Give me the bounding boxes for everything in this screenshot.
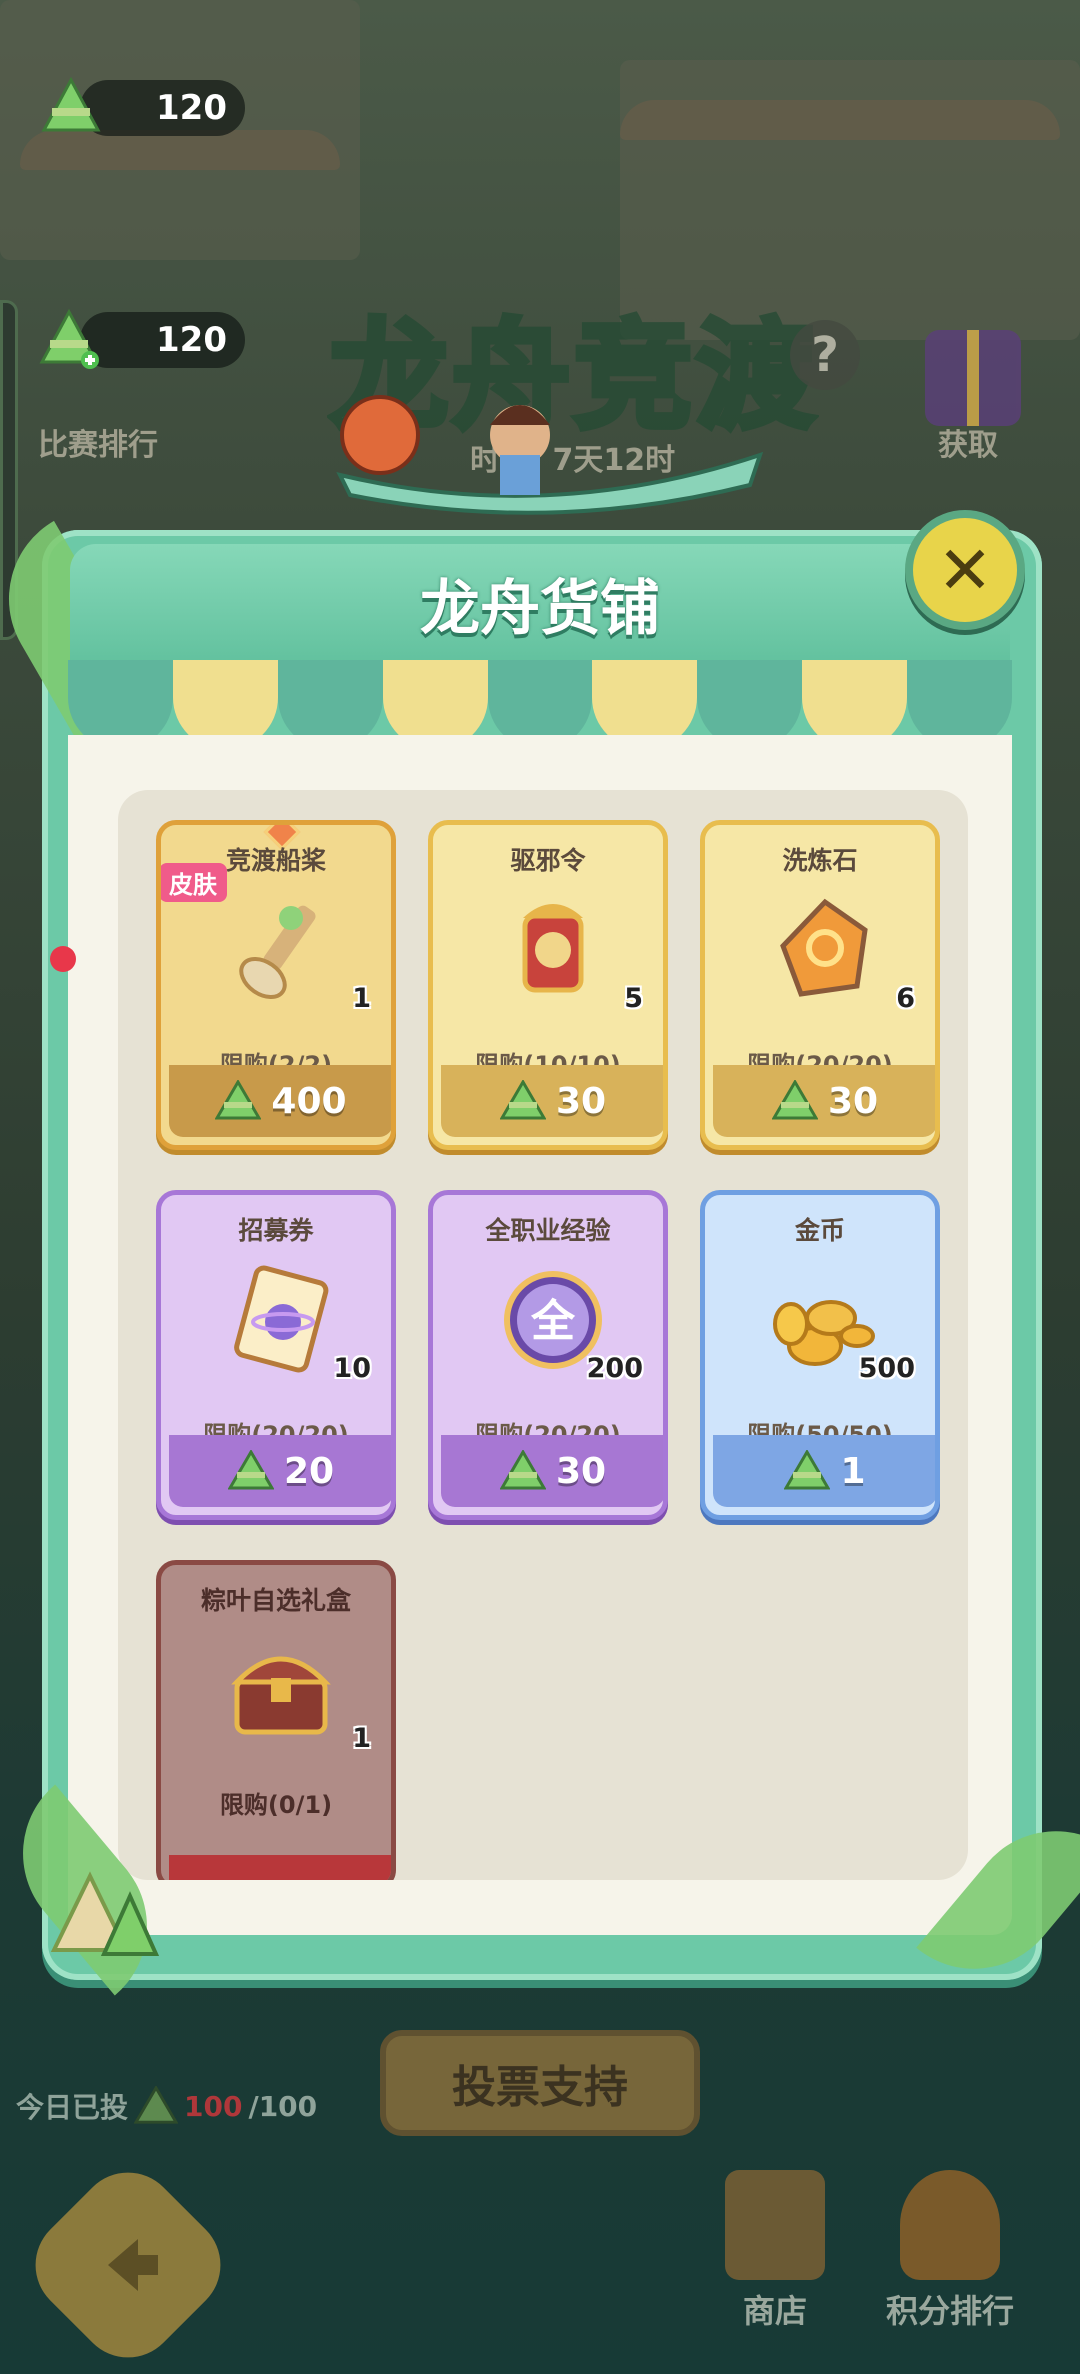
rank-button-label[interactable]: 比赛排行 xyxy=(38,420,158,464)
zongzi-icon xyxy=(227,1450,274,1490)
zongzi-count: 120 xyxy=(156,320,227,360)
close-icon: ✕ xyxy=(937,531,993,609)
zongzi-icon xyxy=(41,76,101,132)
gift-icon[interactable] xyxy=(925,330,1021,426)
price-bar[interactable]: 400 xyxy=(169,1065,391,1137)
price-bar[interactable]: 20 xyxy=(169,1435,391,1507)
today-votes-label: 今日已投 xyxy=(16,2091,129,2124)
nav-points-rank-label: 积分排行 xyxy=(885,2292,1014,2330)
notification-dot xyxy=(50,946,76,972)
skin-tag: 皮肤 xyxy=(161,863,227,902)
zongzi-icon xyxy=(784,1450,831,1490)
shop-item-card[interactable]: 招募券 10 限购(20/20) 20 xyxy=(156,1190,396,1520)
item-quantity: 500 xyxy=(858,1353,915,1384)
zongzi-decoration-icon xyxy=(50,1871,160,1956)
modal-body: 竞渡船桨 皮肤 1 限购(2/2) 400 驱邪令 xyxy=(68,735,1012,1935)
dragon-boat-icon xyxy=(336,395,764,515)
ticket-icon xyxy=(221,1260,341,1380)
help-button[interactable]: ? xyxy=(790,320,860,390)
item-price: 400 xyxy=(271,1080,347,1122)
price-bar[interactable]: 30 xyxy=(441,1065,663,1137)
vote-support-button[interactable]: 投票支持 xyxy=(380,2030,700,2136)
item-price: 1 xyxy=(840,1450,866,1492)
sold-out-bar xyxy=(169,1855,391,1880)
zongzi-icon xyxy=(771,1080,818,1120)
item-name: 招募券 xyxy=(238,1216,314,1245)
zongzi-icon xyxy=(134,2086,179,2124)
nav-shop-label: 商店 xyxy=(742,2292,807,2330)
today-votes-used: 100 xyxy=(184,2089,243,2123)
price-bar[interactable]: 1 xyxy=(713,1435,935,1507)
shop-title: 龙舟货铺 xyxy=(420,574,660,644)
item-price: 20 xyxy=(283,1450,335,1492)
paddle-icon xyxy=(221,890,341,1010)
zongzi-counter-top: 120 xyxy=(80,80,245,136)
today-votes: 今日已投 100/100 xyxy=(16,2086,317,2126)
zongzi-count: 120 xyxy=(156,88,227,128)
nav-shop[interactable]: 商店 xyxy=(700,2170,850,2370)
zongzi-counter[interactable]: 120 xyxy=(80,312,245,368)
shop-modal: 龙舟货铺 ✕ 竞渡船桨 皮肤 1 限购(2/2) xyxy=(0,510,1080,2006)
shop-item-card[interactable]: 竞渡船桨 皮肤 1 限购(2/2) 400 xyxy=(156,820,396,1150)
game-screen: 120 120 比赛排行 龙舟竞渡 ? 时间: 7天12时 获取 龙舟货铺 ✕ xyxy=(0,0,1080,2374)
item-name: 粽叶自选礼盒 xyxy=(200,1586,351,1615)
item-price: 30 xyxy=(555,1080,607,1122)
shop-icon xyxy=(725,2170,825,2280)
purchase-limit: 限购(0/1) xyxy=(219,1791,333,1819)
item-quantity: 1 xyxy=(352,1723,371,1754)
background-roof xyxy=(620,100,1060,140)
back-arrow-icon xyxy=(108,2239,158,2291)
item-quantity: 6 xyxy=(896,983,915,1014)
item-name: 洗炼石 xyxy=(782,846,858,875)
back-button[interactable] xyxy=(14,2151,242,2374)
shop-item-card[interactable]: 洗炼石 6 限购(20/20) 30 xyxy=(700,820,940,1150)
zongzi-icon xyxy=(215,1080,262,1120)
zongzi-icon xyxy=(499,1450,546,1490)
item-quantity: 1 xyxy=(352,983,371,1014)
item-quantity: 5 xyxy=(624,983,643,1014)
nav-points-rank[interactable]: 积分排行 xyxy=(875,2170,1025,2370)
shop-item-card[interactable]: 粽叶自选礼盒 1 限购(0/1) xyxy=(156,1560,396,1880)
shop-item-card[interactable]: 金币 500 限购(50/50) 1 xyxy=(700,1190,940,1520)
item-name: 金币 xyxy=(794,1216,845,1245)
zongzi-add-icon[interactable] xyxy=(38,308,100,370)
price-bar[interactable]: 30 xyxy=(713,1065,935,1137)
shop-item-card[interactable]: 驱邪令 5 限购(10/10) 30 xyxy=(428,820,668,1150)
item-quantity: 10 xyxy=(333,1353,371,1384)
close-button[interactable]: ✕ xyxy=(905,510,1025,630)
item-price: 30 xyxy=(555,1450,607,1492)
item-price: 30 xyxy=(827,1080,879,1122)
item-name: 全职业经验 xyxy=(485,1216,611,1245)
stone-icon xyxy=(765,890,885,1010)
zongzi-icon xyxy=(499,1080,546,1120)
trophy-icon xyxy=(900,2170,1000,2280)
exp-orb-badge: 全 xyxy=(530,1296,576,1347)
item-name: 驱邪令 xyxy=(510,846,586,875)
item-quantity: 200 xyxy=(586,1353,643,1384)
shop-item-card[interactable]: 全职业经验 全 200 限购(20/20) 30 xyxy=(428,1190,668,1520)
token-icon xyxy=(493,890,613,1010)
gift-label: 获取 xyxy=(938,428,998,463)
price-bar[interactable]: 30 xyxy=(441,1435,663,1507)
shop-item-grid[interactable]: 竞渡船桨 皮肤 1 限购(2/2) 400 驱邪令 xyxy=(118,790,968,1880)
chest-icon xyxy=(221,1630,341,1750)
today-votes-total: /100 xyxy=(248,2089,318,2123)
